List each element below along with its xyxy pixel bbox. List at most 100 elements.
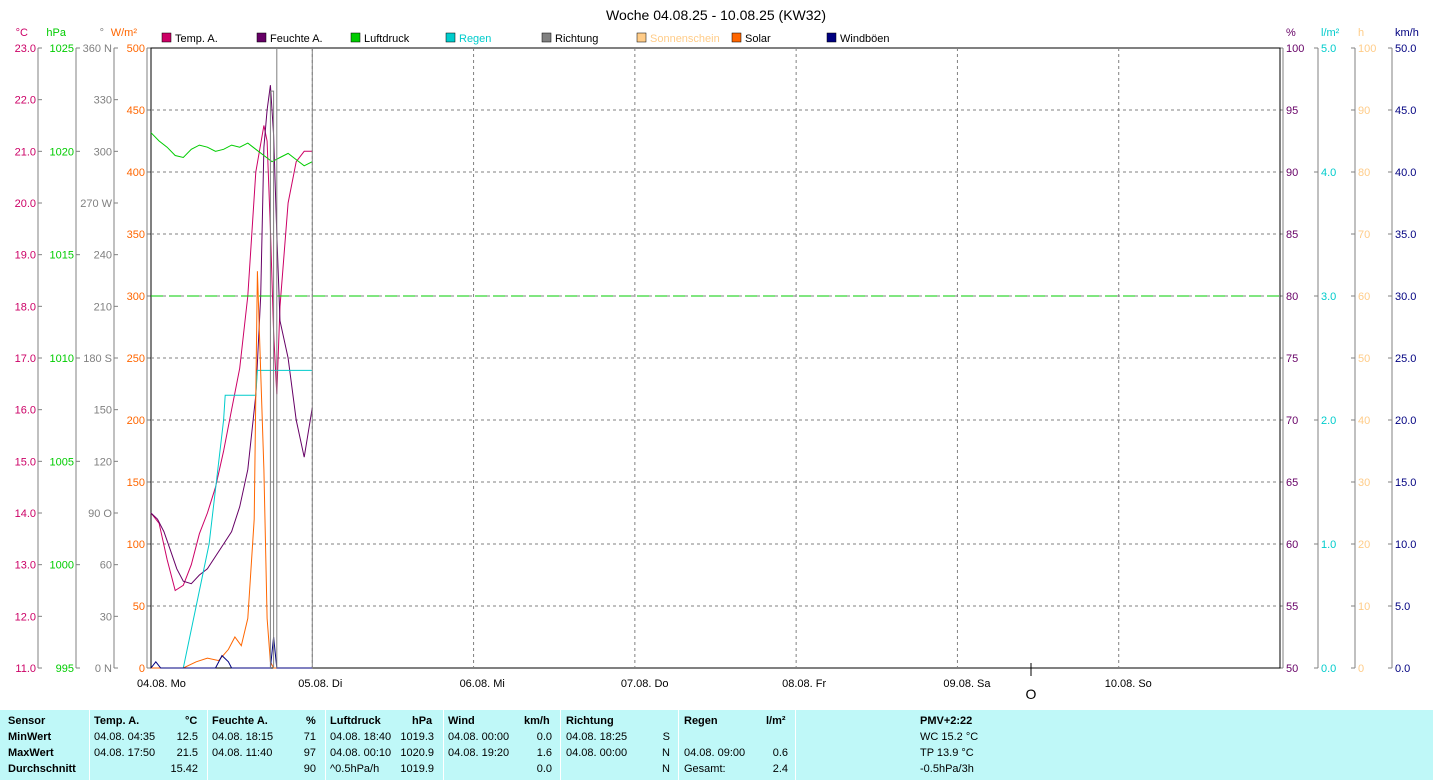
header-wind-unit: km/h: [524, 715, 550, 727]
table-cell-press-time: 04.08. 00:10: [330, 747, 392, 759]
header-rain: Regen: [684, 715, 718, 727]
table-cell-label: MaxWert: [8, 747, 54, 759]
legend-label: Richtung: [555, 33, 598, 45]
table-cell-temp-val: 12.5: [176, 731, 198, 743]
axis-label-rain: 5.0: [1321, 43, 1336, 55]
legend-swatch: [256, 32, 267, 43]
axis-label-temp: 22.0: [15, 95, 36, 107]
table-cell-dir-time: 04.08. 00:00: [566, 747, 628, 759]
axis-label-press: 1005: [50, 456, 74, 468]
header-press: Luftdruck: [330, 715, 381, 727]
table-cell-wind-val: 0.0: [536, 763, 552, 775]
x-tick-label: 10.08. So: [1105, 678, 1152, 690]
axis-label-press: 1010: [50, 353, 74, 365]
axis-label-dir: 180 S: [83, 353, 112, 365]
header-press-unit: hPa: [412, 715, 433, 727]
axis-label-hum: 60: [1286, 539, 1298, 551]
axis-label-hum: 80: [1286, 291, 1298, 303]
header-hum: Feuchte A.: [212, 715, 268, 727]
axis-label-hum: 70: [1286, 415, 1298, 427]
legend-swatch: [541, 32, 552, 43]
axis-label-wind: 45.0: [1395, 105, 1416, 117]
legend-label: Sonnenschein: [650, 33, 720, 45]
table-cell-press-time: 04.08. 18:40: [330, 731, 392, 743]
axis-label-sun: 40: [1358, 415, 1370, 427]
summary-table: Sensor Temp. A. °C Feuchte A. % Luftdruc…: [0, 710, 1433, 780]
axis-label-wind: 40.0: [1395, 167, 1416, 179]
axis-label-dir: 330: [94, 95, 112, 107]
chart-title: Woche 04.08.25 - 10.08.25 (KW32): [606, 7, 826, 23]
series-luftdruck: [150, 132, 313, 167]
legend-swatch: [636, 32, 647, 43]
table-cell-extra: TP 13.9 °C: [920, 747, 974, 759]
axis-label-dir: 240: [94, 250, 112, 262]
axis-label-dir: 60: [100, 560, 112, 572]
legend-label: Luftdruck: [364, 33, 410, 45]
axis-label-hum: 95: [1286, 105, 1298, 117]
grid: [150, 47, 1281, 669]
header-temp: Temp. A.: [94, 715, 140, 727]
table-cell-temp-time: 04.08. 17:50: [94, 747, 156, 759]
axis-label-sun: 50: [1358, 353, 1370, 365]
legend: Temp. A. Feuchte A. Luftdruck Regen Richtung…: [161, 32, 890, 45]
series-windb-en: [150, 636, 313, 669]
legend-label: Solar: [745, 33, 771, 45]
header-hum-unit: %: [306, 715, 316, 727]
legend-label: Feuchte A.: [270, 33, 323, 45]
axis-label-hum: 50: [1286, 663, 1298, 675]
axis-unit-temp: °C: [16, 27, 28, 39]
table-cell-label: Durchschnitt: [8, 763, 76, 775]
axis-label-temp: 18.0: [15, 301, 36, 313]
header-temp-unit: °C: [185, 715, 198, 727]
axis-label-solar: 450: [127, 105, 145, 117]
axis-label-temp: 21.0: [15, 146, 36, 158]
series-solar: [151, 271, 313, 669]
table-cell-press-val: 1019.9: [400, 763, 434, 775]
axis-label-solar: 200: [127, 415, 145, 427]
table-cell-press-time: ^0.5hPa/h: [330, 763, 380, 775]
axis-unit-wind: km/h: [1395, 27, 1419, 39]
axis-unit-hum: %: [1286, 27, 1296, 39]
axis-label-solar: 50: [133, 601, 145, 613]
axis-label-sun: 80: [1358, 167, 1370, 179]
axis-unit-sun: h: [1358, 27, 1364, 39]
axis-label-solar: 500: [127, 43, 145, 55]
table-cell-hum-val: 71: [303, 731, 316, 743]
axis-label-solar: 250: [127, 353, 145, 365]
axis-label-temp: 15.0: [15, 456, 36, 468]
legend-swatch: [161, 32, 172, 43]
axis-label-sun: 90: [1358, 105, 1370, 117]
table-cell-press-val: 1019.3: [400, 731, 434, 743]
table-cell-rain-val: 2.4: [772, 763, 788, 775]
table-cell-dir-val: N: [662, 747, 670, 759]
axis-label-rain: 0.0: [1321, 663, 1336, 675]
table-cell-rain-val: 0.6: [772, 747, 788, 759]
table-cell-label: MinWert: [8, 731, 52, 743]
series-feuchte-a-: [150, 85, 313, 585]
table-cell-hum-time: 04.08. 11:40: [212, 747, 273, 759]
x-tick-label: 07.08. Do: [621, 678, 669, 690]
table-cell-dir-val: N: [662, 763, 670, 775]
header-rain-unit: l/m²: [766, 715, 786, 727]
axis-label-press: 1025: [50, 43, 74, 55]
axis-label-sun: 0: [1358, 663, 1364, 675]
axis-label-sun: 20: [1358, 539, 1370, 551]
axis-label-dir: 120: [94, 456, 112, 468]
series-regen: [151, 369, 313, 669]
axis-label-sun: 30: [1358, 477, 1370, 489]
header-pmv: PMV+2:22: [920, 715, 973, 727]
axis-label-wind: 30.0: [1395, 291, 1416, 303]
axis-label-rain: 2.0: [1321, 415, 1336, 427]
axis-label-dir: 300: [94, 146, 112, 158]
table-cell-hum-time: 04.08. 18:15: [212, 731, 274, 743]
axis-label-sun: 10: [1358, 601, 1370, 613]
table-cell-hum-val: 97: [303, 747, 316, 759]
axis-label-hum: 55: [1286, 601, 1298, 613]
axis-label-temp: 11.0: [15, 663, 36, 675]
table-cell-press-val: 1020.9: [400, 747, 434, 759]
axis-label-temp: 14.0: [15, 508, 36, 520]
axis-unit-dir: °: [100, 27, 104, 39]
axis-label-hum: 90: [1286, 167, 1298, 179]
axis-unit-solar: W/m²: [111, 27, 138, 39]
axis-label-sun: 70: [1358, 229, 1370, 241]
